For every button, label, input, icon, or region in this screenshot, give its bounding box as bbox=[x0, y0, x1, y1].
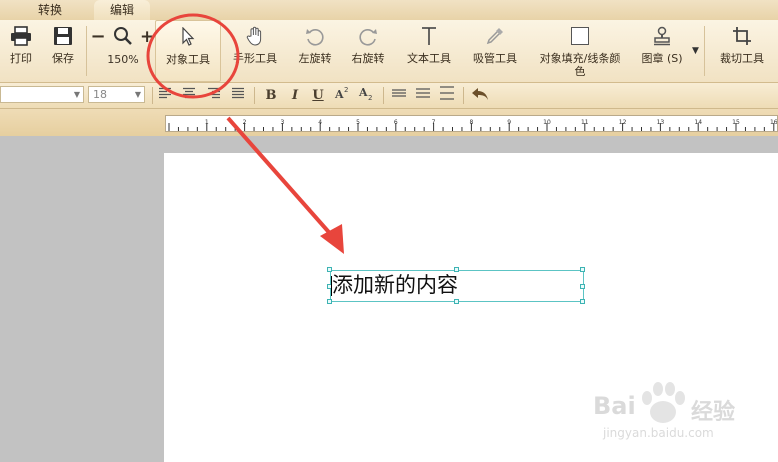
baidu-jingyan-watermark: Bai 经验 jingyan.baidu.com bbox=[593, 378, 773, 448]
paw-logo-icon bbox=[642, 382, 685, 423]
highlight-circle bbox=[146, 13, 240, 99]
pointer-arrow-line bbox=[226, 116, 336, 240]
